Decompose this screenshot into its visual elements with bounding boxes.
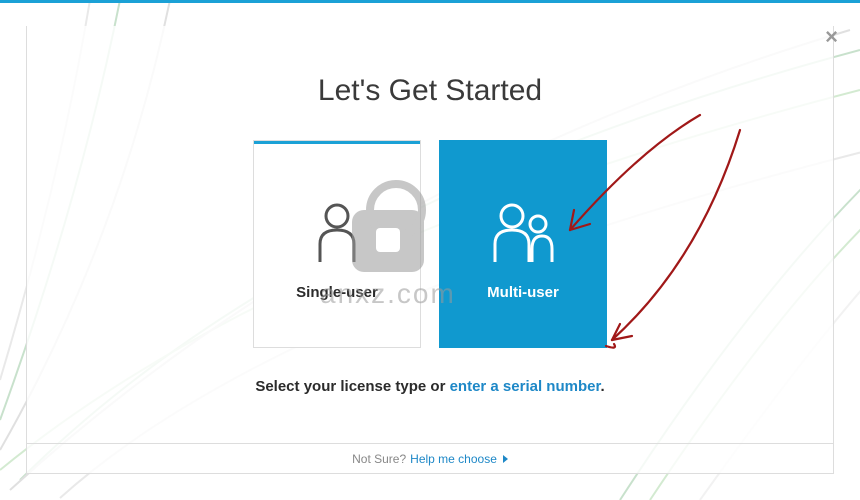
single-user-card[interactable]: Single-user bbox=[253, 140, 421, 348]
top-accent-bar bbox=[0, 0, 860, 3]
dialog-panel: Let's Get Started Single-user bbox=[26, 26, 834, 474]
instruction-prefix: Select your license type or bbox=[255, 378, 449, 395]
help-me-choose-link[interactable]: Help me choose bbox=[410, 452, 497, 466]
instruction-text: Select your license type or enter a seri… bbox=[27, 378, 833, 395]
page-title: Let's Get Started bbox=[27, 74, 833, 108]
footer-bar: Not Sure? Help me choose bbox=[27, 443, 833, 473]
single-user-icon bbox=[314, 188, 360, 278]
card-accent-bar bbox=[254, 141, 420, 144]
multi-user-icon bbox=[488, 188, 558, 278]
close-button[interactable]: × bbox=[825, 24, 838, 50]
multi-user-card[interactable]: Multi-user bbox=[439, 140, 607, 348]
chevron-right-icon bbox=[503, 455, 508, 463]
enter-serial-link[interactable]: enter a serial number bbox=[450, 378, 601, 395]
instruction-suffix: . bbox=[600, 378, 604, 395]
single-user-label: Single-user bbox=[296, 284, 378, 301]
multi-user-label: Multi-user bbox=[487, 284, 559, 301]
license-type-cards: Single-user Multi-user bbox=[27, 140, 833, 348]
footer-prefix: Not Sure? bbox=[352, 452, 406, 466]
